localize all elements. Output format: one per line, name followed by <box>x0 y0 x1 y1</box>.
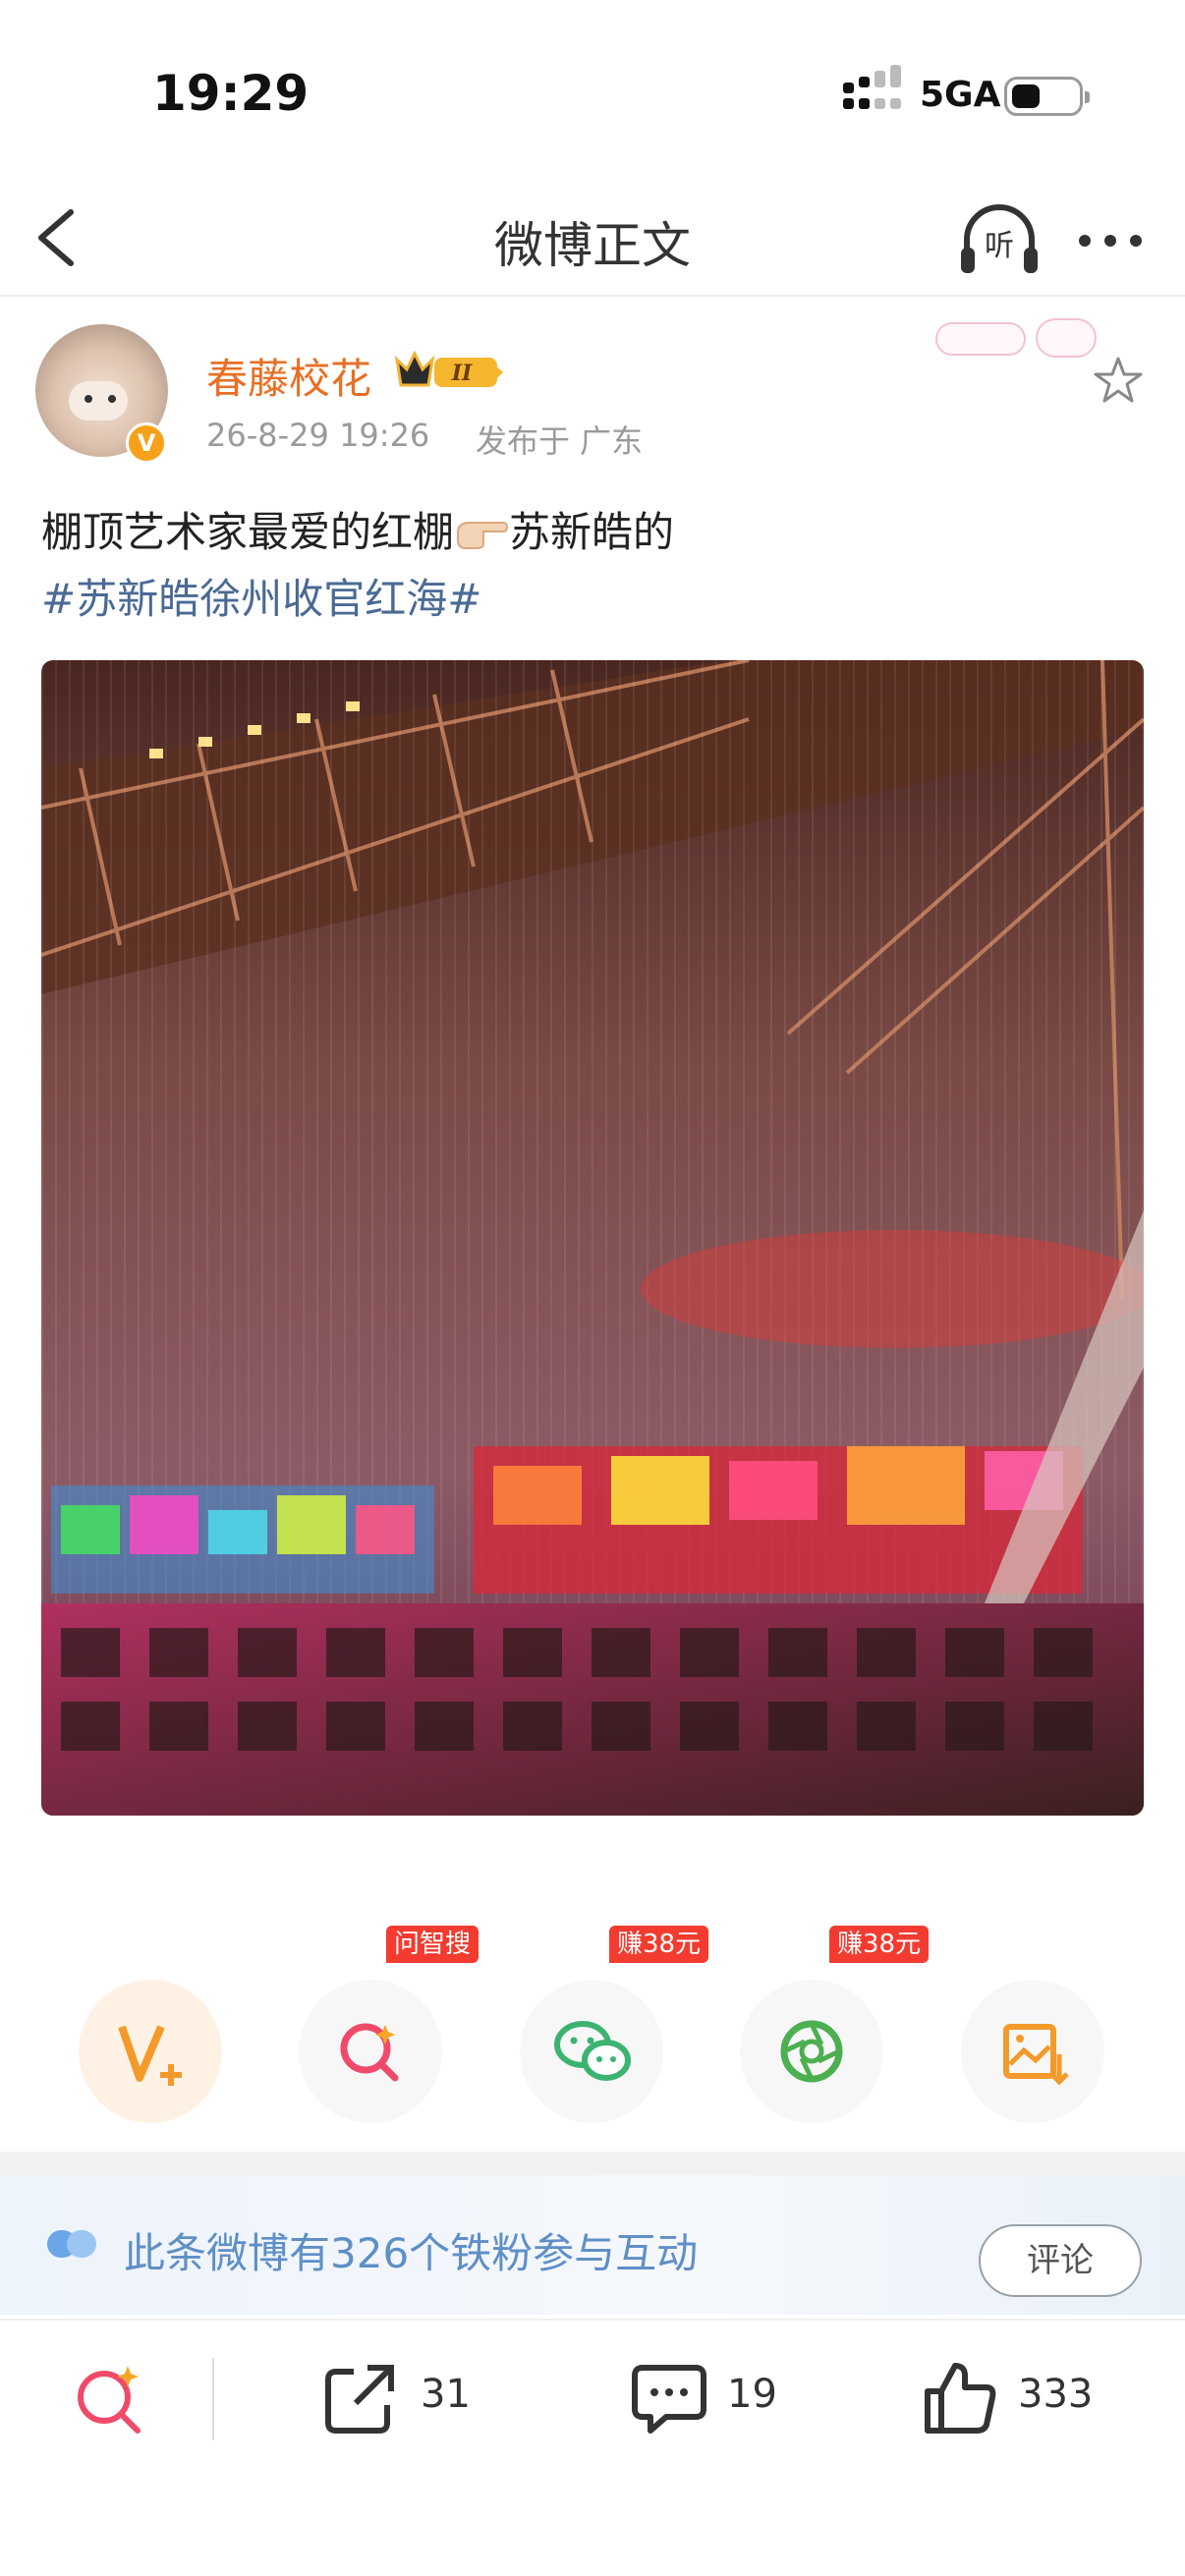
svg-text:听: 听 <box>985 229 1014 263</box>
toolbar-divider <box>212 2358 214 2440</box>
comment-icon[interactable] <box>629 2358 709 2438</box>
smart-search-tag: 问智搜 <box>386 1926 480 1963</box>
signal-icon <box>843 65 902 116</box>
share-actions-row: 问智搜 赚38元 赚38元 <box>0 1926 1185 2152</box>
comment-count: 19 <box>727 2372 777 2417</box>
comment-button[interactable]: 评论 <box>979 2224 1142 2297</box>
wechat-icon[interactable] <box>520 1980 663 2123</box>
post-timestamp: 26-8-29 19:26 <box>206 417 430 454</box>
save-image-icon[interactable] <box>961 1980 1104 2123</box>
network-type: 5GA <box>920 75 1001 115</box>
post-text-main: 棚顶艺术家最爱的红棚 <box>41 508 455 556</box>
level-crown-badge-icon[interactable]: II <box>393 348 507 393</box>
wechat-reward-tag: 赚38元 <box>609 1926 709 1963</box>
nav-bar: 微博正文 听 <box>0 187 1185 297</box>
fans-interaction-banner: 此条微博有326个铁粉参与互动 评论 <box>0 2175 1185 2315</box>
bottom-toolbar: 31 19 333 <box>0 2319 1185 2476</box>
star-favorite-icon[interactable] <box>1091 354 1146 409</box>
repost-count: 31 <box>421 2372 471 2417</box>
moments-icon[interactable] <box>740 1980 883 2123</box>
svg-text:II: II <box>451 361 473 386</box>
like-icon[interactable] <box>920 2358 1000 2438</box>
smart-search-toolbar-icon[interactable] <box>69 2358 149 2438</box>
status-bar: 19:29 5GA <box>0 0 1185 187</box>
pointing-hand-emoji-icon <box>457 522 509 549</box>
battery-icon <box>1004 77 1090 116</box>
post-text: 棚顶艺术家最爱的红棚 苏新皓的 <box>41 499 674 559</box>
smart-search-icon[interactable] <box>299 1980 442 2123</box>
more-icon[interactable] <box>1075 211 1146 270</box>
decoration-hearts-icon <box>935 322 1026 356</box>
verified-badge-icon: V <box>126 422 167 464</box>
moments-reward-tag: 赚38元 <box>829 1926 930 1963</box>
section-divider <box>0 2152 1185 2175</box>
fans-icon <box>47 2230 96 2258</box>
decoration-cat-icon <box>1036 318 1097 358</box>
status-time: 19:29 <box>152 65 310 122</box>
repost-icon[interactable] <box>320 2358 401 2438</box>
like-count: 333 <box>1018 2372 1094 2417</box>
v-plus-icon[interactable] <box>79 1980 222 2123</box>
hashtag-link[interactable]: #苏新皓徐州收官红海# <box>41 566 481 626</box>
concert-photo[interactable] <box>41 660 1144 1816</box>
post-location: 发布于 广东 <box>476 422 644 460</box>
post-text-tail: 苏新皓的 <box>509 508 675 556</box>
headphones-listen-icon[interactable]: 听 <box>955 196 1044 285</box>
username[interactable]: 春藤校花 <box>206 346 371 406</box>
fans-interaction-text: 此条微博有326个铁粉参与互动 <box>124 2229 699 2277</box>
